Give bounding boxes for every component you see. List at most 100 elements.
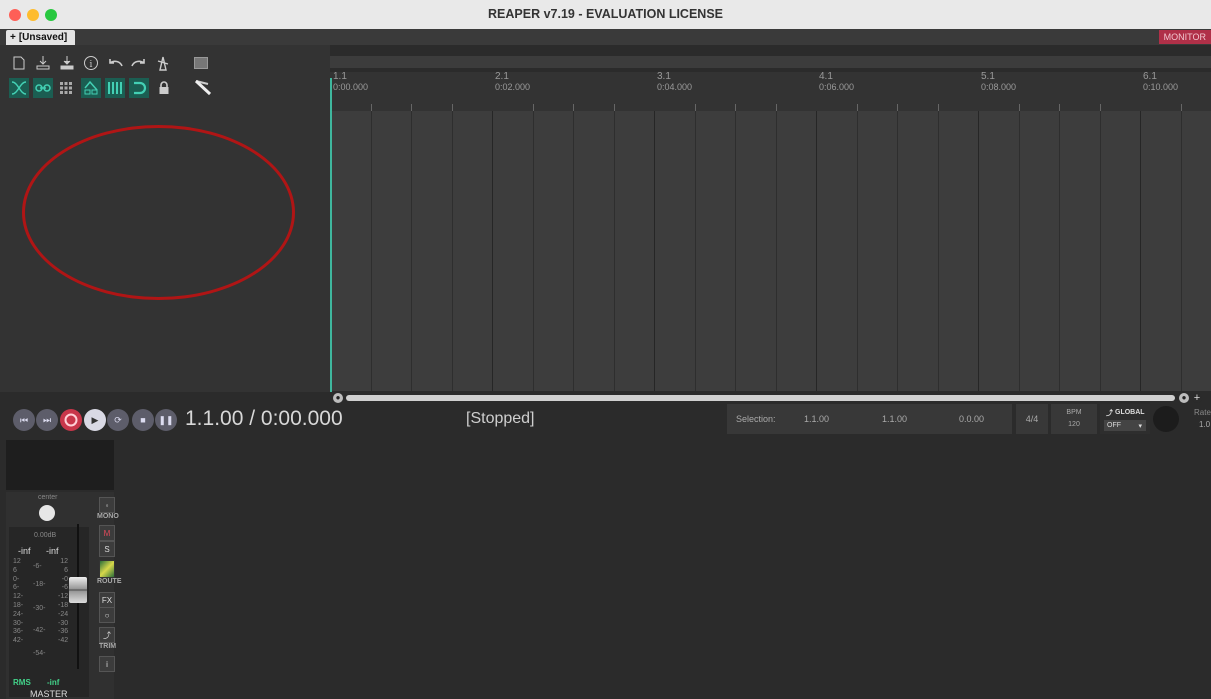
save-project-icon[interactable] [58,54,76,72]
bar-label: 6.1 [1143,71,1157,82]
rate-value[interactable]: 1.0 [1199,420,1210,429]
item-grouping-icon[interactable] [57,79,75,97]
selection-display[interactable]: Selection: 1.1.00 1.1.00 0.0.00 [727,404,1012,434]
time-signature-box[interactable]: 4/4 [1016,404,1048,434]
selection-start[interactable]: 1.1.00 [804,414,829,424]
new-project-icon[interactable] [10,54,28,72]
ruler-marker: 3.1 0:04.000 [657,72,692,93]
time-signature: 4/4 [1025,414,1039,424]
grid-line [695,111,696,391]
grid-line [573,111,574,391]
pan-knob[interactable] [39,505,55,521]
fx-button[interactable]: FX [99,592,115,608]
scale-tick: 18- [13,601,24,609]
info-button[interactable]: i [99,656,115,672]
bar-label: 1.1 [333,71,347,82]
go-to-end-icon[interactable]: ⏭ [36,409,58,431]
global-label: GLOBAL [1115,409,1145,416]
master-fx-list[interactable] [6,440,114,490]
ruler-marker: 1.1 0:00.000 [333,71,368,93]
master-track-strip[interactable]: center 0.00dB -inf -inf 12 6 0- 6- 12- 1… [6,492,122,699]
peak-right[interactable]: -inf [46,546,59,556]
ripple-edit-icon[interactable] [33,78,53,98]
mono-icon[interactable]: ◦ [99,497,115,513]
edit-cursor[interactable] [330,78,332,392]
peak-left[interactable]: -inf [18,546,31,556]
scale-tick: 6 [13,566,17,574]
bpm-box[interactable]: BPM 120 [1051,404,1097,434]
meter-scale-right: 12 6 -0 -6 -12 -18 -24 -30 -36 -42 [58,558,68,646]
monitor-fx-button[interactable]: MONITOR [1158,30,1211,44]
envelope-follow-icon[interactable] [81,78,101,98]
scrollbar-thumb[interactable] [346,395,1175,401]
zoom-in-icon[interactable]: + [1192,393,1202,404]
ruler-tick [533,104,534,111]
bar-label: 4.1 [819,71,833,82]
horizontal-scrollbar[interactable]: ● ● + [330,392,1211,404]
undo-icon[interactable] [106,54,124,72]
global-automation-dropdown[interactable]: OFF ▾ [1104,420,1146,431]
scale-tick: 24- [13,610,24,618]
project-tab[interactable]: + [Unsaved] [6,30,76,45]
envelope-icon[interactable]: ⤴ [99,627,115,643]
selection-end[interactable]: 1.1.00 [882,414,907,424]
rate-label: Rate [1194,408,1211,417]
bar-label: 5.1 [981,71,995,82]
grid-toggle-icon[interactable] [192,54,210,72]
volume-readout[interactable]: 0.00dB [34,532,56,539]
scale-tick: -24 [58,610,69,618]
solo-button[interactable]: S [99,541,115,557]
region-marker-lane[interactable] [330,56,1211,68]
project-settings-icon[interactable]: i [82,54,100,72]
grid-snap-icon[interactable] [105,78,125,98]
mute-button[interactable]: M [99,525,115,541]
redo-icon[interactable] [130,54,148,72]
scale-tick: -30 [58,619,69,627]
ruler-marker: 5.1 0:08.000 [981,71,1016,93]
master-track-name: MASTER [30,689,68,699]
scale-tick: -12 [58,593,69,601]
ruler-tick [938,104,939,111]
arrange-view[interactable] [330,111,1211,391]
scale-tick: -36 [58,628,69,636]
scale-tick: -6- [33,563,42,570]
ruler-tick [452,104,453,111]
open-project-icon[interactable] [34,54,52,72]
scale-tick: 0- [13,575,20,583]
grid-line [654,111,655,391]
locking-options-icon[interactable] [194,79,212,97]
selection-length[interactable]: 0.0.00 [959,414,984,424]
play-button[interactable]: ▶ [84,409,106,431]
scale-tick: -30- [33,605,46,612]
svg-text:i: i [90,60,93,70]
metronome-icon[interactable] [154,54,172,72]
stop-button[interactable]: ■ [132,409,154,431]
lock-icon[interactable] [155,79,173,97]
record-button[interactable] [60,409,82,431]
playrate-knob[interactable] [1153,406,1179,432]
time-label: 0:10.000 [1143,82,1179,92]
global-automation-box[interactable]: ⤴ GLOBAL OFF ▾ [1100,404,1150,434]
scale-tick: 6- [13,584,20,592]
automation-icon: ⤴ [1106,410,1113,417]
grid-line [411,111,412,391]
scroll-end-icon[interactable]: ● [1179,393,1189,403]
pause-button[interactable]: ❚❚ [155,409,177,431]
meter-scale-left: 12 6 0- 6- 12- 18- 24- 30- 36- 42- [13,558,23,646]
volume-fader[interactable] [69,577,87,603]
mixer-panel[interactable] [0,438,1211,699]
fx-bypass-icon[interactable]: ○ [99,607,115,623]
project-tab-label: [Unsaved] [18,32,68,43]
ruler-tick [857,104,858,111]
repeat-icon[interactable]: ⟳ [107,409,129,431]
auto-crossfade-icon[interactable] [9,78,29,98]
snap-magnet-icon[interactable] [129,78,149,98]
ruler-tick [411,104,412,111]
zoom-out-icon[interactable]: ● [333,393,343,403]
timeline-ruler[interactable]: 1.1 0:00.000 2.1 0:02.000 3.1 0:04.000 4.1 0… [330,72,1211,111]
position-display[interactable]: 1.1.00 / 0:00.000 [185,407,343,431]
new-tab-icon[interactable]: + [10,32,16,43]
ruler-marker: 4.1 0:06.000 [819,71,854,93]
go-to-start-icon[interactable]: ⏮ [13,409,35,431]
route-icon[interactable] [99,560,115,578]
